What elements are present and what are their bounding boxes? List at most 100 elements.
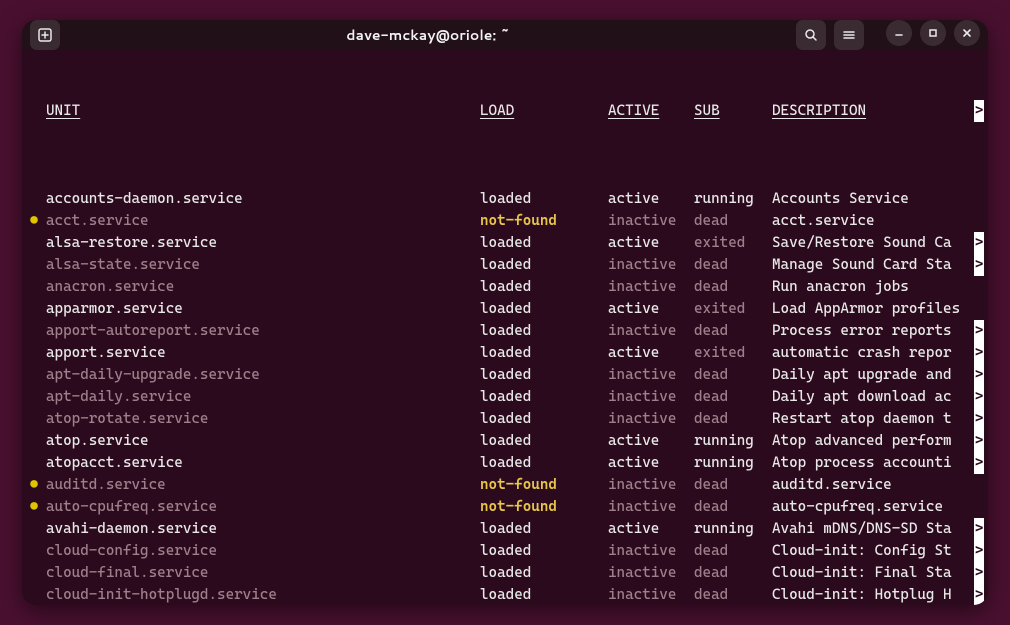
cell-load: loaded <box>480 386 608 408</box>
cell-unit: cloud-config.service <box>44 540 480 562</box>
clip-indicator-icon: > <box>974 342 984 364</box>
cell-sub: exited <box>694 232 772 254</box>
cell-desc: Run anacron jobs <box>772 276 986 298</box>
cell-desc: Cloud-init: Hotplug H <box>772 584 986 605</box>
cell-desc: Atop advanced perform <box>772 430 986 452</box>
service-row: avahi-daemon.serviceloadedactiverunningA… <box>24 518 986 540</box>
clip-indicator-icon: > <box>974 452 984 474</box>
cell-load: loaded <box>480 276 608 298</box>
cell-unit: accounts-daemon.service <box>44 188 480 210</box>
clip-indicator-icon: > <box>974 518 984 540</box>
status-bullet-icon <box>24 562 44 584</box>
service-row: apparmor.serviceloadedactiveexitedLoad A… <box>24 298 986 320</box>
cell-load: loaded <box>480 584 608 605</box>
cell-load: loaded <box>480 254 608 276</box>
clip-indicator-icon: > <box>974 100 984 122</box>
cell-active: inactive <box>608 474 694 496</box>
terminal-viewport[interactable]: UNIT LOAD ACTIVE SUB DESCRIPTION > accou… <box>22 50 988 605</box>
service-row: alsa-state.serviceloadedinactivedeadMana… <box>24 254 986 276</box>
cell-sub: dead <box>694 386 772 408</box>
cell-load: not-found <box>480 474 608 496</box>
cell-active: active <box>608 518 694 540</box>
clip-indicator-icon: > <box>974 232 984 254</box>
cell-sub: exited <box>694 342 772 364</box>
cell-unit: anacron.service <box>44 276 480 298</box>
cell-sub: dead <box>694 562 772 584</box>
cell-desc: Atop process accounti <box>772 452 986 474</box>
cell-unit: cloud-final.service <box>44 562 480 584</box>
status-bullet-icon <box>24 188 44 210</box>
cell-desc: acct.service <box>772 210 986 232</box>
clip-indicator-icon: > <box>974 254 984 276</box>
maximize-button[interactable] <box>920 20 946 46</box>
status-bullet-icon <box>24 540 44 562</box>
cell-desc: Load AppArmor profiles <box>772 298 986 320</box>
cell-unit: avahi-daemon.service <box>44 518 480 540</box>
cell-sub: running <box>694 452 772 474</box>
cell-active: inactive <box>608 540 694 562</box>
status-bullet-icon <box>24 232 44 254</box>
status-bullet-icon <box>24 408 44 430</box>
cell-unit: alsa-state.service <box>44 254 480 276</box>
cell-desc: Manage Sound Card Sta <box>772 254 986 276</box>
cell-sub: dead <box>694 474 772 496</box>
cell-sub: dead <box>694 320 772 342</box>
cell-desc: automatic crash repor <box>772 342 986 364</box>
cell-desc: Avahi mDNS/DNS-SD Sta <box>772 518 986 540</box>
cell-active: inactive <box>608 364 694 386</box>
service-row: alsa-restore.serviceloadedactiveexitedSa… <box>24 232 986 254</box>
cell-desc: auditd.service <box>772 474 986 496</box>
cell-unit: apport-autoreport.service <box>44 320 480 342</box>
clip-indicator-icon: > <box>974 430 984 452</box>
header-load: LOAD <box>480 100 608 122</box>
cell-load: not-found <box>480 210 608 232</box>
cell-active: inactive <box>608 408 694 430</box>
cell-load: loaded <box>480 540 608 562</box>
status-bullet-icon <box>24 584 44 605</box>
status-bullet-icon <box>24 386 44 408</box>
cell-unit: acct.service <box>44 210 480 232</box>
clip-indicator-icon: > <box>974 386 984 408</box>
cell-active: inactive <box>608 254 694 276</box>
cell-sub: exited <box>694 298 772 320</box>
cell-load: loaded <box>480 188 608 210</box>
window-title: dave-mckay@oriole: ~ <box>66 25 790 45</box>
cell-active: active <box>608 298 694 320</box>
status-bullet-icon <box>24 452 44 474</box>
service-row: atopacct.serviceloadedactiverunningAtop … <box>24 452 986 474</box>
titlebar: dave-mckay@oriole: ~ <box>22 20 988 50</box>
service-row: cloud-init-hotplugd.serviceloadedinactiv… <box>24 584 986 605</box>
cell-desc: auto-cpufreq.service <box>772 496 986 518</box>
cell-unit: atop.service <box>44 430 480 452</box>
cell-unit: alsa-restore.service <box>44 232 480 254</box>
cell-desc: Daily apt upgrade and <box>772 364 986 386</box>
cell-sub: dead <box>694 496 772 518</box>
cell-load: loaded <box>480 430 608 452</box>
cell-sub: dead <box>694 584 772 605</box>
cell-unit: apt-daily.service <box>44 386 480 408</box>
status-bullet-icon <box>24 298 44 320</box>
service-row: ●auto-cpufreq.servicenot-foundinactivede… <box>24 496 986 518</box>
close-button[interactable] <box>954 20 980 46</box>
cell-unit: apparmor.service <box>44 298 480 320</box>
cell-load: loaded <box>480 320 608 342</box>
status-bullet-icon <box>24 342 44 364</box>
header-unit: UNIT <box>44 100 480 122</box>
service-row: cloud-config.serviceloadedinactivedeadCl… <box>24 540 986 562</box>
status-bullet-icon: ● <box>24 474 44 496</box>
cell-active: inactive <box>608 562 694 584</box>
cell-sub: dead <box>694 254 772 276</box>
cell-desc: Process error reports <box>772 320 986 342</box>
cell-load: loaded <box>480 452 608 474</box>
hamburger-menu-button[interactable] <box>834 20 864 50</box>
status-bullet-icon <box>24 364 44 386</box>
status-bullet-icon <box>24 320 44 342</box>
service-row: apt-daily-upgrade.serviceloadedinactived… <box>24 364 986 386</box>
service-row: ●acct.servicenot-foundinactivedeadacct.s… <box>24 210 986 232</box>
new-tab-button[interactable] <box>30 20 60 50</box>
search-button[interactable] <box>796 20 826 50</box>
minimize-button[interactable] <box>886 20 912 46</box>
cell-load: loaded <box>480 298 608 320</box>
cell-load: loaded <box>480 232 608 254</box>
cell-active: inactive <box>608 496 694 518</box>
